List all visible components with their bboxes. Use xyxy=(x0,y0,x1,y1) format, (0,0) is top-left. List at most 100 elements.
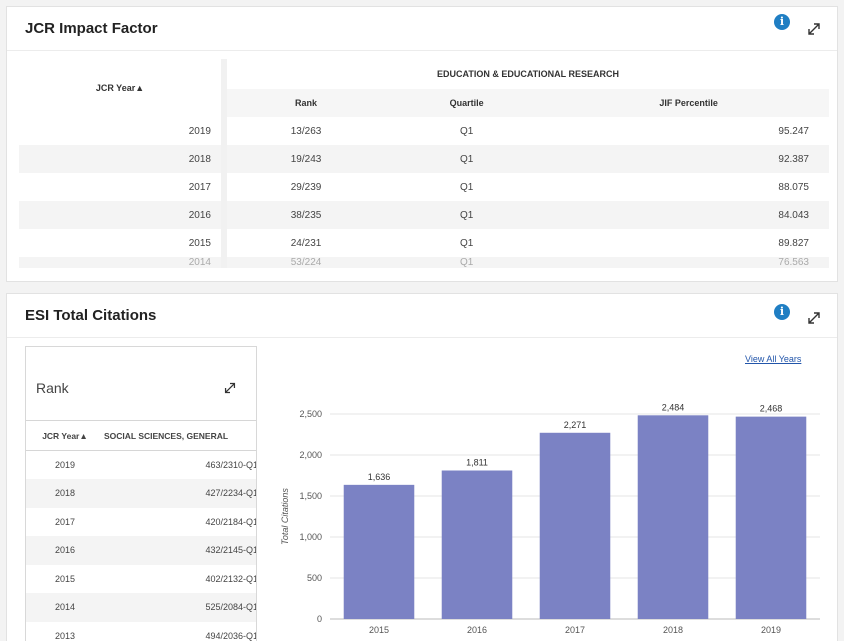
y-tick-label: 0 xyxy=(317,614,322,624)
rank-year-header[interactable]: JCR Year▲︎ xyxy=(26,420,104,451)
y-tick-label: 2,000 xyxy=(299,450,322,460)
jcr-impact-factor-panel: JCR Impact Factor i JCR Year▲︎ EDUCATION… xyxy=(6,6,838,282)
bar xyxy=(441,470,513,619)
table-row: 2013 494/2036-Q1 xyxy=(26,622,257,641)
cell-year: 2019 xyxy=(54,460,76,470)
col-rank-header: Rank xyxy=(224,89,386,117)
table-row: 2016 432/2145-Q1 xyxy=(26,536,256,565)
total-citations-bar-chart: 0 500 1,000 1,500 2,000 2,500 Total Citations 1… xyxy=(280,402,820,635)
cell-year: 2013 xyxy=(54,630,76,641)
cell-rank: 38/235 xyxy=(224,201,386,229)
y-tick-label: 2,500 xyxy=(299,409,322,419)
cell-jif: 89.827 xyxy=(548,229,829,257)
cell-quartile: Q1 xyxy=(385,145,549,173)
y-axis-label: Total Citations xyxy=(280,488,290,545)
cell-quartile: Q1 xyxy=(385,229,549,257)
cell-quartile: Q1 xyxy=(385,257,549,268)
cell-year: 2015 xyxy=(19,229,227,257)
table-row: 2015 24/231 Q1 89.827 xyxy=(19,229,829,257)
cell-jif: 95.247 xyxy=(548,117,829,145)
cell-year: 2016 xyxy=(26,536,104,565)
jcr-year-header[interactable]: JCR Year▲︎ xyxy=(19,59,227,117)
x-tick-label: 2017 xyxy=(565,625,585,635)
cell-rank: 29/239 xyxy=(224,173,386,201)
rank-table: JCR Year▲︎ SOCIAL SCIENCES, GENERAL 2019… xyxy=(26,420,257,641)
esi-panel-header: ESI Total Citations i xyxy=(7,294,837,338)
bar xyxy=(637,415,709,619)
cell-year: 2014 xyxy=(19,257,227,268)
bar-value-label: 1,811 xyxy=(466,457,488,467)
jcr-year-header-label: JCR Year xyxy=(95,83,136,93)
bar-value-label: 2,271 xyxy=(564,420,587,430)
table-row: 2017 29/239 Q1 88.075 xyxy=(19,173,829,201)
cell-jif: 88.075 xyxy=(548,173,829,201)
cell-rank-value: 420/2184-Q1 xyxy=(205,516,257,527)
y-tick-label: 1,500 xyxy=(299,491,322,501)
table-row: 2018 427/2234-Q1 xyxy=(26,479,256,508)
cell-rank-value: 463/2310-Q1 xyxy=(205,460,257,470)
bar xyxy=(735,416,807,619)
rank-title: Rank xyxy=(36,380,69,396)
sort-icon: ▲︎ xyxy=(135,83,145,93)
cell-rank-value: 432/2145-Q1 xyxy=(104,536,256,565)
x-tick-label: 2018 xyxy=(663,625,683,635)
y-tick-label: 500 xyxy=(307,573,322,583)
jcr-panel-header: JCR Impact Factor i xyxy=(7,7,837,51)
table-row: 2016 38/235 Q1 84.043 xyxy=(19,201,829,229)
cell-quartile: Q1 xyxy=(385,201,549,229)
bar xyxy=(343,484,415,619)
cell-jif: 76.563 xyxy=(548,257,829,268)
col-jif-header: JIF Percentile xyxy=(548,89,829,117)
esi-panel-title: ESI Total Citations xyxy=(25,307,157,324)
cell-rank-value: 402/2132-Q1 xyxy=(205,573,257,584)
table-row: 2015 402/2132-Q1 xyxy=(26,565,257,594)
info-icon[interactable]: i xyxy=(774,304,790,320)
cell-jif: 92.387 xyxy=(548,145,829,173)
bar-value-label: 1,636 xyxy=(368,472,391,482)
cell-quartile: Q1 xyxy=(385,173,549,201)
category-header: EDUCATION & EDUCATIONAL RESEARCH xyxy=(436,69,619,79)
jcr-table: JCR Year▲︎ EDUCATION & EDUCATIONAL RESEA… xyxy=(19,59,829,268)
table-row: 2014 53/224 Q1 76.563 xyxy=(19,257,829,268)
cell-quartile: Q1 xyxy=(385,117,549,145)
info-icon[interactable]: i xyxy=(774,14,790,30)
table-row: 2014 525/2084-Q1 xyxy=(26,593,256,622)
jcr-panel-title: JCR Impact Factor xyxy=(25,20,158,37)
cell-year: 2017 xyxy=(19,173,227,201)
bar-value-label: 2,468 xyxy=(760,404,783,414)
table-row: 2018 19/243 Q1 92.387 xyxy=(19,145,829,173)
cell-rank: 53/224 xyxy=(224,257,386,268)
cell-year: 2019 xyxy=(19,117,227,145)
jcr-table-container[interactable]: JCR Year▲︎ EDUCATION & EDUCATIONAL RESEA… xyxy=(19,59,829,277)
sort-icon: ▲︎ xyxy=(79,430,88,441)
table-row: 2017 420/2184-Q1 xyxy=(26,508,257,537)
cell-year: 2015 xyxy=(54,573,76,584)
table-row: 2019 463/2310-Q1 xyxy=(26,451,257,480)
x-tick-label: 2019 xyxy=(761,625,781,635)
cell-year: 2016 xyxy=(19,201,227,229)
rank-year-header-label: JCR Year xyxy=(42,430,80,441)
expand-icon[interactable] xyxy=(805,309,823,327)
esi-total-citations-panel: ESI Total Citations i Rank JCR Year▲︎ SO… xyxy=(6,293,838,641)
cell-rank: 19/243 xyxy=(224,145,386,173)
view-all-years-link[interactable]: View All Years xyxy=(745,354,801,364)
rank-box: Rank JCR Year▲︎ SOCIAL SCIENCES, GENERAL… xyxy=(25,346,257,641)
cell-year: 2014 xyxy=(26,593,104,622)
cell-jif: 84.043 xyxy=(548,201,829,229)
bar-value-label: 2,484 xyxy=(662,402,685,412)
x-tick-label: 2016 xyxy=(467,625,487,635)
table-row: 2019 13/263 Q1 95.247 xyxy=(19,117,829,145)
cell-year: 2018 xyxy=(19,145,227,173)
cell-year: 2017 xyxy=(54,516,76,527)
cell-year: 2018 xyxy=(26,479,104,508)
cell-rank: 13/263 xyxy=(224,117,386,145)
x-tick-label: 2015 xyxy=(369,625,389,635)
expand-icon[interactable] xyxy=(222,380,238,396)
cell-rank: 24/231 xyxy=(224,229,386,257)
cell-rank-value: 494/2036-Q1 xyxy=(205,630,257,641)
rank-category-header: SOCIAL SCIENCES, GENERAL xyxy=(104,420,256,451)
bar xyxy=(539,432,611,619)
expand-icon[interactable] xyxy=(805,20,823,38)
y-tick-label: 1,000 xyxy=(299,532,322,542)
cell-rank-value: 427/2234-Q1 xyxy=(104,479,256,508)
